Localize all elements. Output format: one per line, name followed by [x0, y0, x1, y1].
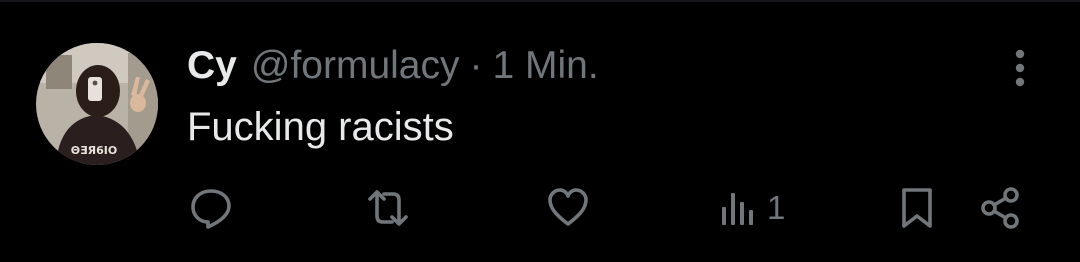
share-icon	[981, 187, 1019, 229]
display-name[interactable]: Cy	[187, 44, 237, 88]
vertical-dots-icon	[1015, 49, 1025, 87]
heart-icon	[548, 188, 588, 226]
svg-text:ΘƎЯ6IO: ΘƎЯ6IO	[71, 144, 117, 157]
more-options-button[interactable]	[1001, 47, 1039, 89]
action-bar: 1	[0, 180, 1080, 236]
user-handle[interactable]: @formulacy	[251, 44, 460, 88]
bookmark-button[interactable]	[899, 180, 935, 236]
post-header: Cy @formulacy · 1 Min.	[187, 40, 599, 92]
views-button[interactable]: 1	[721, 180, 785, 236]
post-text: Fucking racists	[187, 105, 454, 149]
bar-chart-icon	[722, 193, 753, 225]
avatar-image: ΘƎЯ6IO	[36, 43, 158, 165]
avatar[interactable]: ΘƎЯ6IO	[36, 43, 158, 165]
views-count: 1	[767, 189, 786, 226]
post[interactable]: ΘƎЯ6IO Cy @formulacy · 1 Min. Fucking ra…	[0, 0, 1080, 262]
repost-button[interactable]	[365, 180, 411, 236]
bookmark-icon	[902, 188, 932, 228]
share-button[interactable]	[978, 180, 1024, 236]
reply-bubble-icon	[191, 189, 231, 229]
reply-button[interactable]	[189, 180, 233, 236]
post-timestamp[interactable]: 1 Min.	[493, 44, 599, 88]
separator-dot: ·	[469, 44, 483, 87]
repost-icon	[368, 190, 408, 226]
like-button[interactable]	[546, 180, 590, 236]
